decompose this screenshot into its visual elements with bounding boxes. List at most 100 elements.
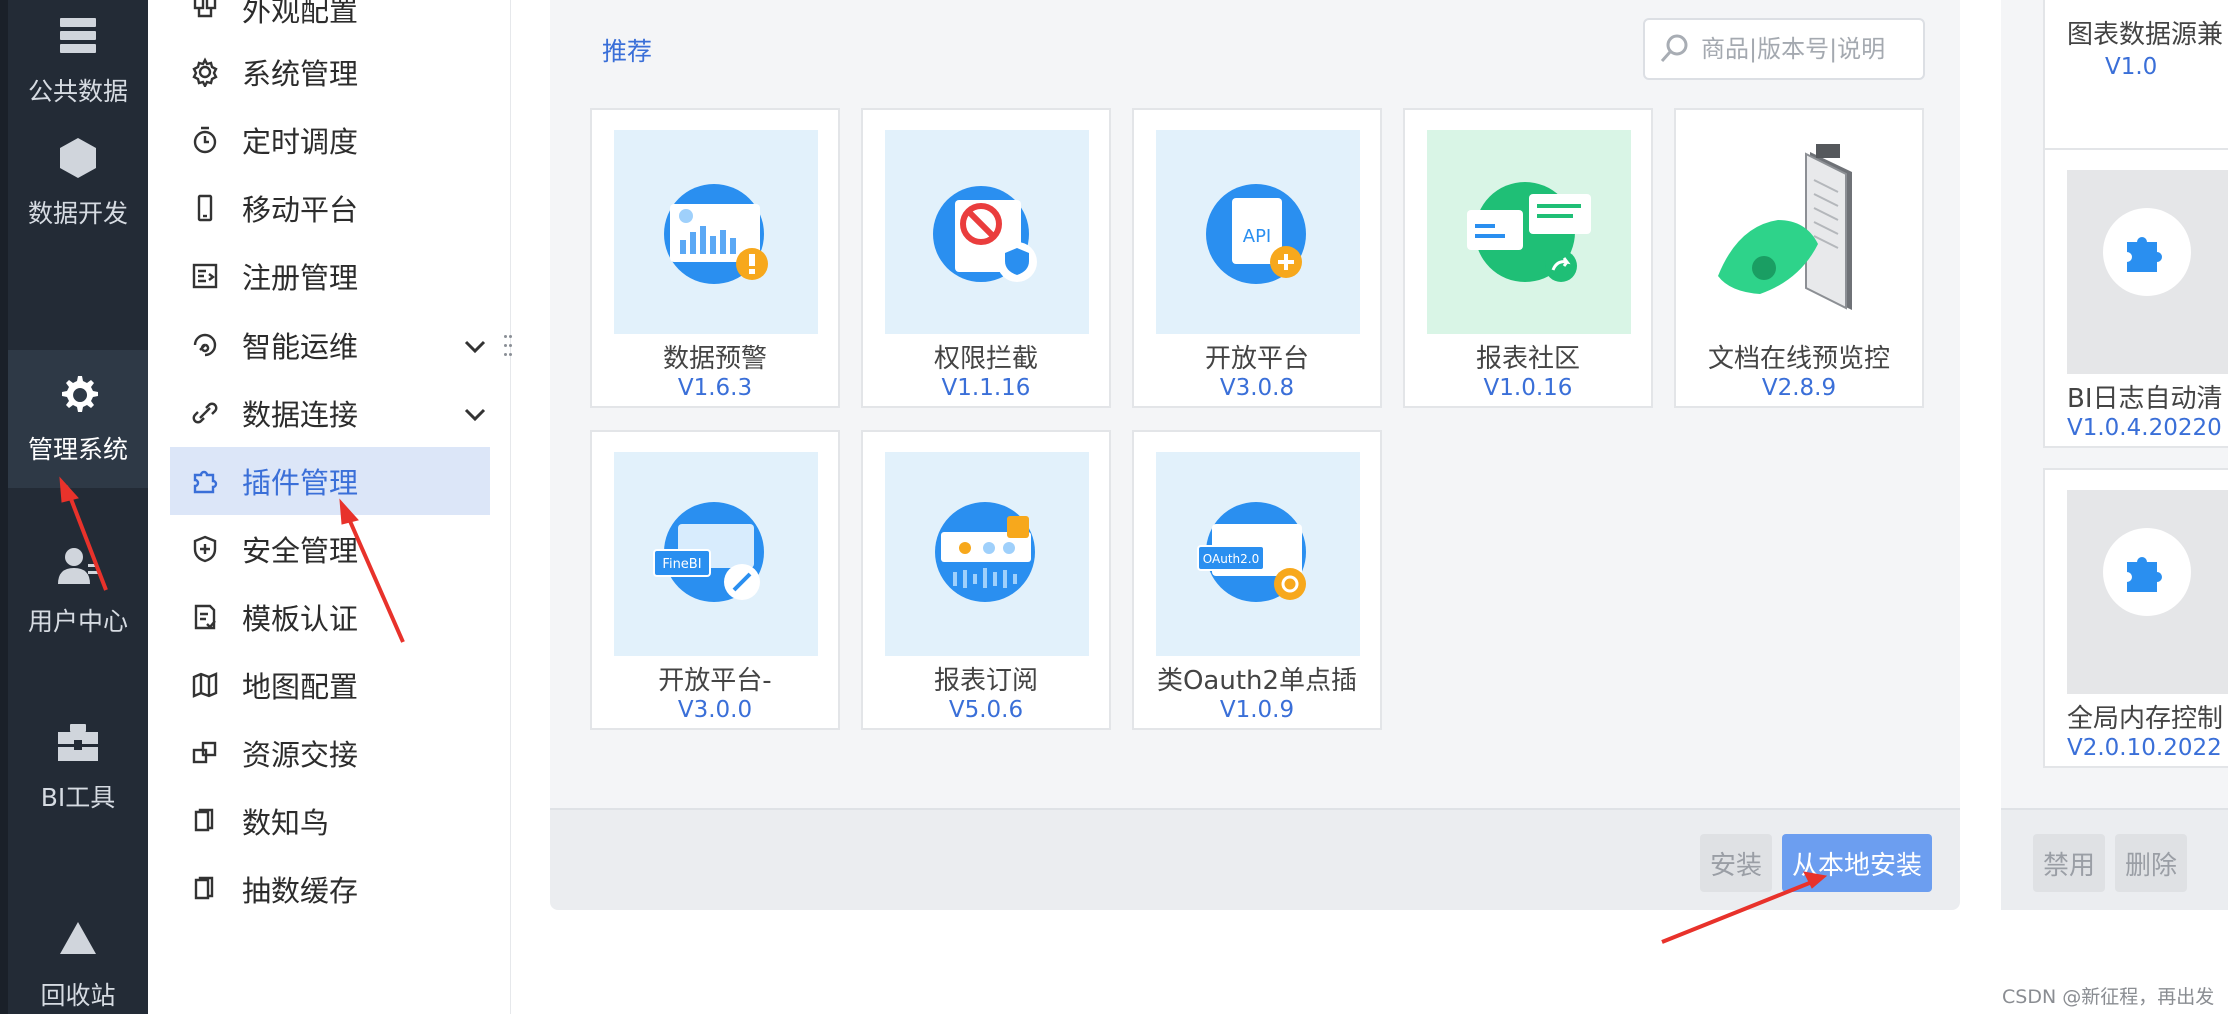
finebi-badge-text: FineBI — [662, 557, 701, 572]
chevron-down-icon[interactable] — [462, 400, 488, 426]
plugin-name: BI日志自动清 — [2067, 384, 2223, 414]
menu-item-label: 数知鸟 — [242, 806, 330, 840]
plugin-version: V3.0.8 — [1219, 375, 1295, 401]
plugin-thumbnail — [2067, 490, 2228, 694]
rail-label: 公共数据 — [27, 77, 128, 106]
rail-item-admin[interactable]: 管理系统 — [8, 350, 148, 488]
plugin-thumbnail: OAuth2.0 — [1156, 452, 1360, 656]
rail-item-bi-tools[interactable]: BI工具 — [8, 706, 148, 826]
phone-icon — [188, 191, 222, 225]
plugin-thumbnail — [614, 130, 818, 334]
delete-button[interactable]: 删除 — [2115, 834, 2187, 892]
menu-item-plugin-management[interactable]: 插件管理 — [170, 447, 490, 515]
database-icon — [60, 18, 96, 53]
plugin-card[interactable]: 权限拦截 V1.1.16 — [861, 108, 1111, 408]
timer-icon — [188, 123, 222, 157]
installed-plugins-panel: 图表数据源兼 V1.0 BI日志自动清 V1.0.4.20220 全局内存控制 … — [2001, 0, 2228, 910]
menu-item-label: 数据连接 — [242, 398, 359, 432]
rail-item-data-dev[interactable]: 数据开发 — [8, 124, 148, 244]
link-icon — [188, 396, 222, 430]
plugin-version: V1.0.9 — [1219, 697, 1295, 723]
plugin-card[interactable]: 数据预警 V1.6.3 — [590, 108, 840, 408]
plugin-name: 类Oauth2单点插 — [1156, 666, 1358, 696]
store-footer: 安装 从本地安装 — [550, 808, 1960, 910]
plugin-version: V1.0.4.20220 — [2067, 415, 2222, 441]
plugin-name: 报表社区 — [1475, 344, 1580, 374]
menu-item-label: 注册管理 — [242, 261, 359, 295]
menu-item-label: 模板认证 — [242, 602, 359, 636]
map-icon — [188, 668, 222, 702]
rail-item-user-center[interactable]: 用户中心 — [8, 530, 148, 650]
menu-item-label: 外观配置 — [242, 0, 359, 28]
plugin-name: 报表订阅 — [933, 666, 1038, 696]
rail-item-recycle-bin[interactable]: 回收站 — [8, 904, 148, 1024]
copy-icon — [188, 872, 222, 906]
disable-button[interactable]: 禁用 — [2033, 834, 2105, 892]
puzzle-icon — [188, 464, 222, 498]
menu-item-label: 插件管理 — [242, 466, 359, 500]
plugin-card[interactable]: 报表订阅 V5.0.6 — [861, 430, 1111, 730]
plugin-thumbnail — [1698, 130, 1902, 334]
puzzle-icon — [2127, 237, 2162, 272]
cube-icon — [60, 138, 96, 178]
plugin-thumbnail — [885, 130, 1089, 334]
plugin-thumbnail — [1427, 130, 1631, 334]
rail-label: 管理系统 — [27, 435, 128, 464]
resize-handle[interactable] — [503, 332, 517, 362]
recycle-icon — [60, 922, 96, 954]
plugin-card[interactable]: API 开放平台 V3.0.8 — [1132, 108, 1382, 408]
installed-footer: 禁用 删除 — [2001, 808, 2228, 910]
rail-label: BI工具 — [40, 783, 116, 812]
rail-label: 数据开发 — [27, 199, 128, 228]
installed-plugin-card[interactable]: 全局内存控制 V2.0.10.2022 — [2043, 468, 2228, 768]
handover-icon — [188, 736, 222, 770]
plugin-version: V3.0.0 — [677, 697, 753, 723]
rail-label: 用户中心 — [27, 607, 128, 636]
plugin-card[interactable]: 报表社区 V1.0.16 — [1403, 108, 1653, 408]
search-icon — [1660, 34, 1688, 62]
plugin-version: V1.6.3 — [677, 375, 753, 401]
rail-edge — [0, 0, 8, 1014]
plugin-thumbnail — [885, 452, 1089, 656]
primary-nav-rail: 公共数据 数据开发 管理系统 用户中心 BI工具 回收站 — [0, 0, 148, 1014]
plugin-name: 开放平台 — [1204, 344, 1309, 374]
plugin-card[interactable]: FineBI 开放平台- V3.0.0 — [590, 430, 840, 730]
plugin-card[interactable]: OAuth2.0 类Oauth2单点插 V1.0.9 — [1132, 430, 1382, 730]
plugin-card[interactable]: 文档在线预览控 V2.8.9 — [1674, 108, 1924, 408]
secondary-menu: 外观配置 系统管理 定时调度 移动平台 注册管理 智能运维 数据连接 插件管理 … — [148, 0, 511, 1014]
plugin-version: V5.0.6 — [948, 697, 1024, 723]
certificate-icon — [188, 600, 222, 634]
user-icon — [58, 548, 98, 584]
plugin-version: V1.0 — [2105, 54, 2158, 80]
plugin-search-box[interactable] — [1643, 18, 1925, 80]
tab-recommended[interactable]: 推荐 — [602, 32, 652, 68]
menu-item-label: 智能运维 — [242, 330, 359, 364]
palette-icon — [188, 0, 222, 26]
plugin-thumbnail: API — [1156, 130, 1360, 334]
install-from-local-button[interactable]: 从本地安装 — [1782, 834, 1932, 892]
plugin-name: 全局内存控制 — [2067, 704, 2224, 734]
rail-label: 回收站 — [40, 981, 116, 1010]
installed-plugin-card[interactable]: BI日志自动清 V1.0.4.20220 — [2043, 148, 2228, 448]
plugin-name: 数据预警 — [662, 344, 767, 374]
plugin-name: 图表数据源兼 — [2067, 20, 2224, 50]
menu-item-label: 系统管理 — [242, 57, 359, 91]
plugin-version: V2.0.10.2022 — [2067, 735, 2222, 761]
plugin-version: V1.0.16 — [1483, 375, 1573, 401]
menu-item-label: 定时调度 — [242, 125, 359, 159]
chevron-down-icon[interactable] — [462, 332, 488, 358]
puzzle-icon — [2127, 557, 2162, 592]
search-input[interactable] — [1699, 34, 1913, 64]
oauth-badge-text: OAuth2.0 — [1203, 552, 1259, 566]
plugin-version: V2.8.9 — [1761, 375, 1837, 401]
shield-icon — [188, 532, 222, 566]
menu-item-label: 资源交接 — [242, 738, 359, 772]
rail-item-public-data[interactable]: 公共数据 — [8, 0, 148, 112]
plugin-name: 开放平台- — [658, 666, 772, 696]
plugin-version: V1.1.16 — [941, 375, 1031, 401]
install-button[interactable]: 安装 — [1700, 834, 1772, 892]
menu-item-label: 地图配置 — [242, 670, 359, 704]
api-badge-text: API — [1243, 226, 1271, 247]
plugin-name: 文档在线预览控 — [1707, 344, 1890, 374]
menu-item-label: 安全管理 — [242, 534, 359, 568]
